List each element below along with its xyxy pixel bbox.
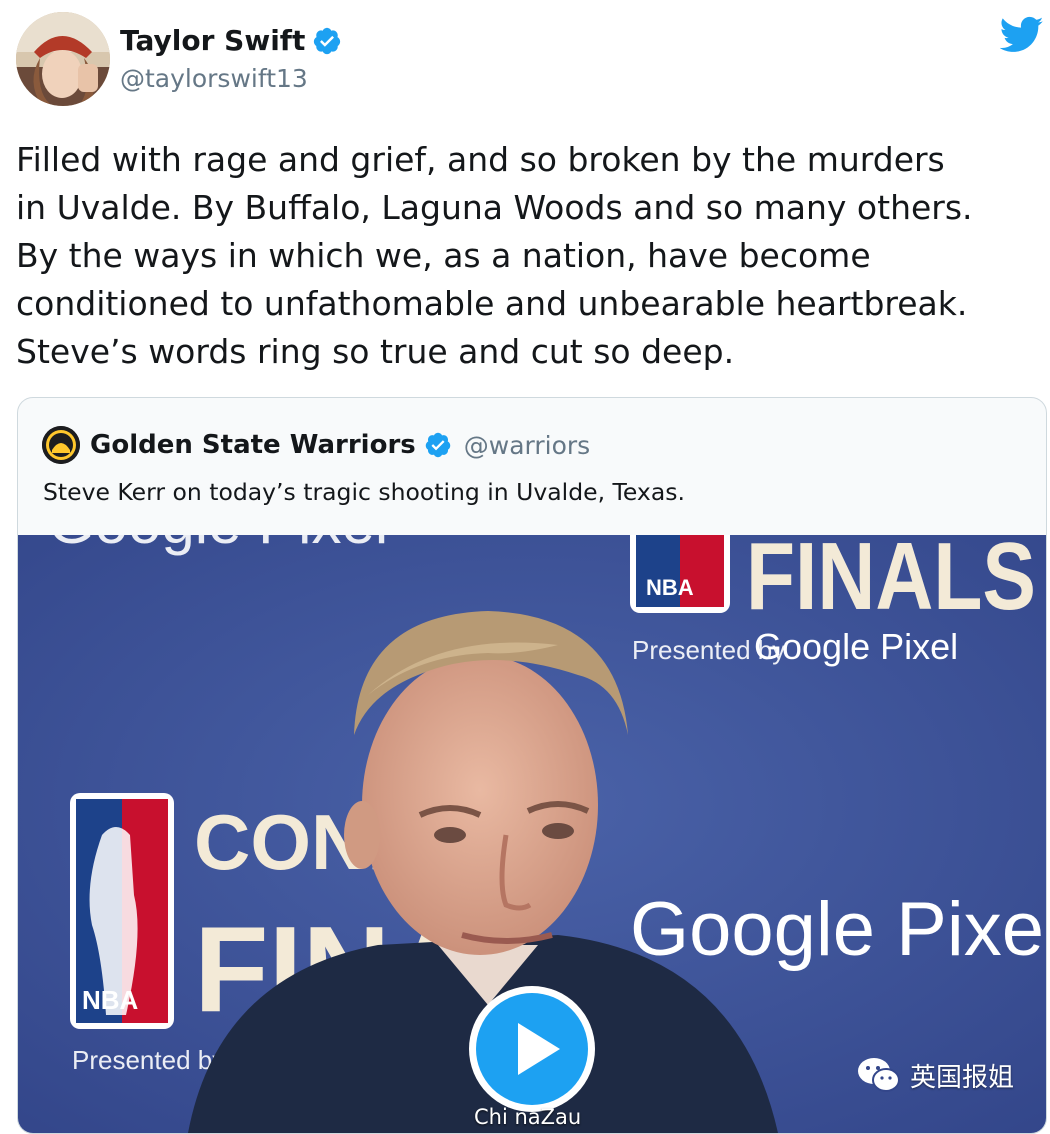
backdrop-text-google-pixel-right: Google Pixe [630, 887, 1044, 972]
tweet-line: Filled with rage and grief, and so broke… [16, 140, 945, 179]
backdrop-text-top-left: Google Pixel [48, 535, 388, 556]
author-name-row: Taylor Swift [120, 24, 342, 57]
bottom-watermark-text: Chi naZau [474, 1105, 582, 1129]
play-icon [469, 986, 595, 1112]
verified-badge-icon [312, 26, 342, 56]
backdrop-text-nba: NBA [646, 575, 694, 600]
quoted-author-handle[interactable]: @warriors [464, 431, 590, 460]
verified-badge-icon [424, 431, 452, 459]
backdrop-text-presented-by-left: Presented by [72, 1045, 225, 1075]
warriors-logo-icon [42, 426, 80, 464]
author-name[interactable]: Taylor Swift [120, 24, 305, 57]
avatar[interactable] [16, 12, 110, 106]
tweet-line: conditioned to unfathomable and unbearab… [16, 284, 968, 323]
wechat-icon [858, 1058, 900, 1092]
avatar-image [16, 12, 110, 106]
backdrop-text-finals: FINALS [746, 535, 1036, 630]
author-handle[interactable]: @taylorswift13 [120, 64, 308, 93]
wechat-watermark: 英国报姐 [856, 1055, 1014, 1095]
backdrop-text-google-pixel: Google Pixel [754, 626, 958, 667]
play-button[interactable] [466, 983, 598, 1115]
video-thumbnail[interactable]: Google Pixel NBA FINALS Presented by Goo… [18, 535, 1046, 1133]
tweet-text: Filled with rage and grief, and so broke… [16, 136, 1046, 376]
quoted-tweet-card[interactable]: Golden State Warriors @warriors Steve Ke… [17, 397, 1047, 1134]
tweet-line: By the ways in which we, as a nation, ha… [16, 236, 871, 275]
quoted-author-name[interactable]: Golden State Warriors [90, 430, 416, 460]
tweet-line: Steve’s words ring so true and cut so de… [16, 332, 735, 371]
quoted-tweet-text: Steve Kerr on today’s tragic shooting in… [43, 478, 685, 506]
tweet-line: in Uvalde. By Buffalo, Laguna Woods and … [16, 188, 973, 227]
backdrop-text-nba-left: NBA [82, 985, 139, 1015]
twitter-bird-icon[interactable] [999, 16, 1044, 54]
quoted-tweet-header: Golden State Warriors @warriors [42, 426, 590, 464]
wechat-watermark-text: 英国报姐 [910, 1062, 1015, 1093]
